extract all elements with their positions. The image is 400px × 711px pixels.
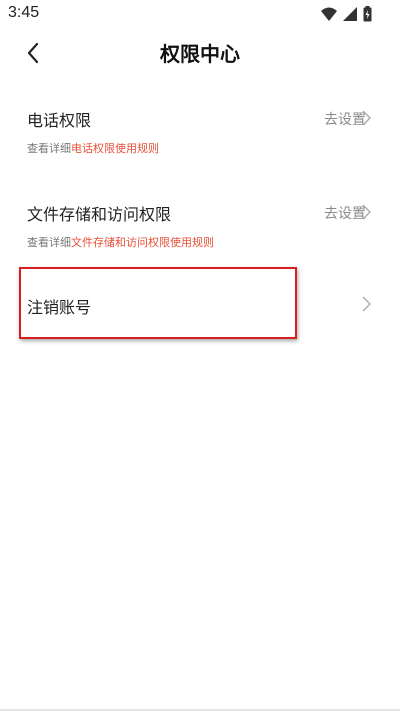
storage-rules-link[interactable]: 文件存储和访问权限使用规则 bbox=[71, 236, 214, 249]
chevron-right-icon[interactable] bbox=[360, 204, 372, 220]
status-icons bbox=[321, 5, 372, 23]
signal-icon bbox=[343, 7, 357, 21]
chevron-right-icon bbox=[362, 296, 371, 312]
perm-item-phone-desc: 查看详细电话权限使用规则 bbox=[27, 140, 159, 156]
perm-item-phone: 电话权限 去设置 查看详细电话权限使用规则 bbox=[0, 100, 400, 170]
battery-icon bbox=[363, 6, 372, 22]
chevron-right-icon[interactable] bbox=[360, 110, 372, 126]
perm-item-storage: 文件存储和访问权限 去设置 查看详细文件存储和访问权限使用规则 bbox=[0, 194, 400, 264]
perm-item-phone-label: 电话权限 bbox=[27, 111, 92, 130]
cancel-account-row[interactable]: 注销账号 bbox=[0, 286, 400, 326]
desc-prefix: 查看详细 bbox=[27, 142, 71, 155]
title-bar: 权限中心 bbox=[0, 28, 400, 78]
wifi-icon bbox=[321, 7, 337, 21]
phone-rules-link[interactable]: 电话权限使用规则 bbox=[71, 142, 159, 155]
desc-prefix: 查看详细 bbox=[27, 236, 71, 249]
cancel-account-label: 注销账号 bbox=[27, 298, 92, 317]
perm-item-storage-desc: 查看详细文件存储和访问权限使用规则 bbox=[27, 234, 214, 250]
status-bar: 3:45 bbox=[0, 0, 400, 28]
perm-item-storage-label: 文件存储和访问权限 bbox=[27, 205, 172, 224]
page-title: 权限中心 bbox=[160, 42, 240, 66]
status-time: 3:45 bbox=[8, 4, 40, 21]
